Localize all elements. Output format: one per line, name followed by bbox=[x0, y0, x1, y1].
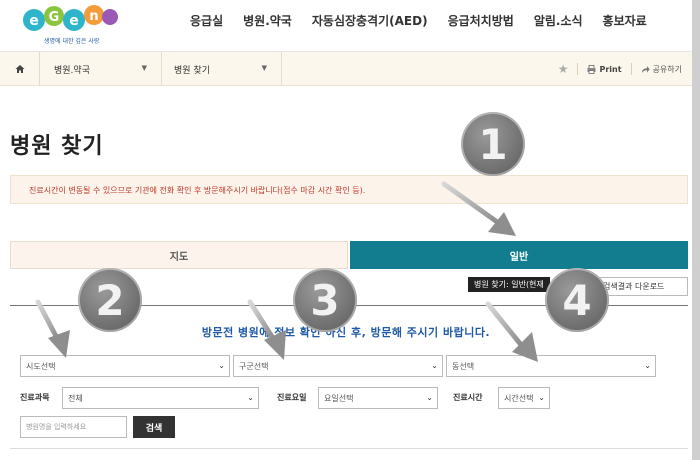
print-label: Print bbox=[599, 64, 622, 74]
hospital-name-input[interactable] bbox=[20, 416, 127, 438]
breadcrumb-level2-dropdown[interactable]: 병원 찾기 ▼ bbox=[162, 52, 282, 86]
page-frame: e G e n 생명에 대한 깊은 사랑 응급실 병원.약국 자동심장충격기(A… bbox=[0, 0, 692, 460]
annotation-badge-3: 3 bbox=[293, 268, 357, 332]
time-label: 진료시간 bbox=[453, 393, 483, 402]
chevron-down-icon: ⌄ bbox=[431, 361, 438, 370]
svg-text:e: e bbox=[29, 13, 39, 29]
day-select-value: 요일선택 bbox=[324, 393, 354, 403]
chevron-down-icon: ⌄ bbox=[426, 393, 433, 402]
dept-select[interactable]: 전체 ⌄ bbox=[62, 387, 259, 409]
chevron-down-icon: ▼ bbox=[261, 64, 267, 72]
annotation-badge-2: 2 bbox=[78, 268, 142, 332]
chevron-down-icon: ⌄ bbox=[644, 361, 651, 370]
share-label: 공유하기 bbox=[652, 64, 682, 74]
star-icon[interactable]: ★ bbox=[558, 62, 569, 76]
day-select[interactable]: 요일선택 ⌄ bbox=[318, 387, 438, 409]
day-label: 진료요일 bbox=[277, 393, 307, 402]
dept-select-value: 전체 bbox=[68, 393, 83, 403]
nav-first-aid[interactable]: 응급처치방법 bbox=[448, 12, 514, 29]
logo-slogan: 생명에 대한 깊은 사랑 bbox=[44, 38, 100, 45]
main-nav: 응급실 병원.약국 자동심장충격기(AED) 응급처치방법 알림.소식 홍보자료 bbox=[190, 12, 647, 29]
section-bottom-border bbox=[10, 448, 688, 449]
print-icon bbox=[587, 64, 596, 74]
time-select[interactable]: 시간선택 ⌄ bbox=[498, 387, 550, 409]
notice-banner: 진료시간이 변동될 수 있으므로 기관에 전화 확인 후 방문해주시기 바랍니다… bbox=[10, 175, 688, 204]
print-button[interactable]: Print bbox=[587, 64, 622, 74]
site-header: e G e n 생명에 대한 깊은 사랑 응급실 병원.약국 자동심장충격기(A… bbox=[0, 0, 692, 52]
dong-select[interactable]: 동선택 ⌄ bbox=[446, 355, 656, 377]
chevron-down-icon: ⌄ bbox=[218, 361, 225, 370]
annotation-badge-4: 4 bbox=[545, 268, 609, 332]
svg-text:G: G bbox=[49, 10, 60, 25]
dong-select-value: 동선택 bbox=[452, 361, 475, 371]
sido-select[interactable]: 시도선택 ⌄ bbox=[20, 355, 230, 377]
gugun-select-value: 구군선택 bbox=[239, 361, 269, 371]
gugun-select[interactable]: 구군선택 ⌄ bbox=[233, 355, 443, 377]
sido-select-value: 시도선택 bbox=[26, 361, 56, 371]
home-button[interactable] bbox=[0, 52, 40, 86]
nav-promotion[interactable]: 홍보자료 bbox=[603, 12, 647, 29]
nav-news[interactable]: 알림.소식 bbox=[534, 12, 583, 29]
breadcrumb-level1-dropdown[interactable]: 병원.약국 ▼ bbox=[40, 52, 162, 86]
annotation-badge-1: 1 bbox=[461, 112, 525, 176]
divider bbox=[577, 63, 579, 75]
search-button[interactable]: 검색 bbox=[133, 416, 175, 438]
chevron-down-icon: ▼ bbox=[141, 64, 147, 72]
breadcrumb-level1-label: 병원.약국 bbox=[54, 65, 90, 76]
breadcrumb-level2-label: 병원 찾기 bbox=[174, 65, 210, 76]
nav-aed[interactable]: 자동심장충격기(AED) bbox=[312, 12, 428, 29]
tab-tooltip: 병원 찾기: 일반(현재 bbox=[468, 277, 550, 292]
share-icon bbox=[641, 65, 650, 73]
dept-label: 진료과목 bbox=[20, 393, 50, 402]
tab-general[interactable]: 일반 bbox=[350, 241, 688, 269]
chevron-down-icon: ⌄ bbox=[247, 393, 254, 402]
breadcrumb: 병원.약국 ▼ 병원 찾기 ▼ ★ Print 공유하기 bbox=[0, 52, 692, 86]
svg-text:n: n bbox=[89, 9, 98, 24]
tab-map[interactable]: 지도 bbox=[10, 241, 348, 269]
home-icon bbox=[15, 65, 24, 73]
page-tools: ★ Print 공유하기 bbox=[558, 52, 682, 86]
chevron-down-icon: ⌄ bbox=[538, 393, 545, 402]
time-select-value: 시간선택 bbox=[504, 393, 534, 403]
svg-text:e: e bbox=[69, 13, 79, 29]
page-title: 병원 찾기 bbox=[10, 134, 104, 159]
nav-emergency-room[interactable]: 응급실 bbox=[190, 12, 223, 29]
nav-hospital-pharmacy[interactable]: 병원.약국 bbox=[243, 12, 292, 29]
share-button[interactable]: 공유하기 bbox=[641, 64, 682, 75]
divider bbox=[630, 63, 632, 75]
